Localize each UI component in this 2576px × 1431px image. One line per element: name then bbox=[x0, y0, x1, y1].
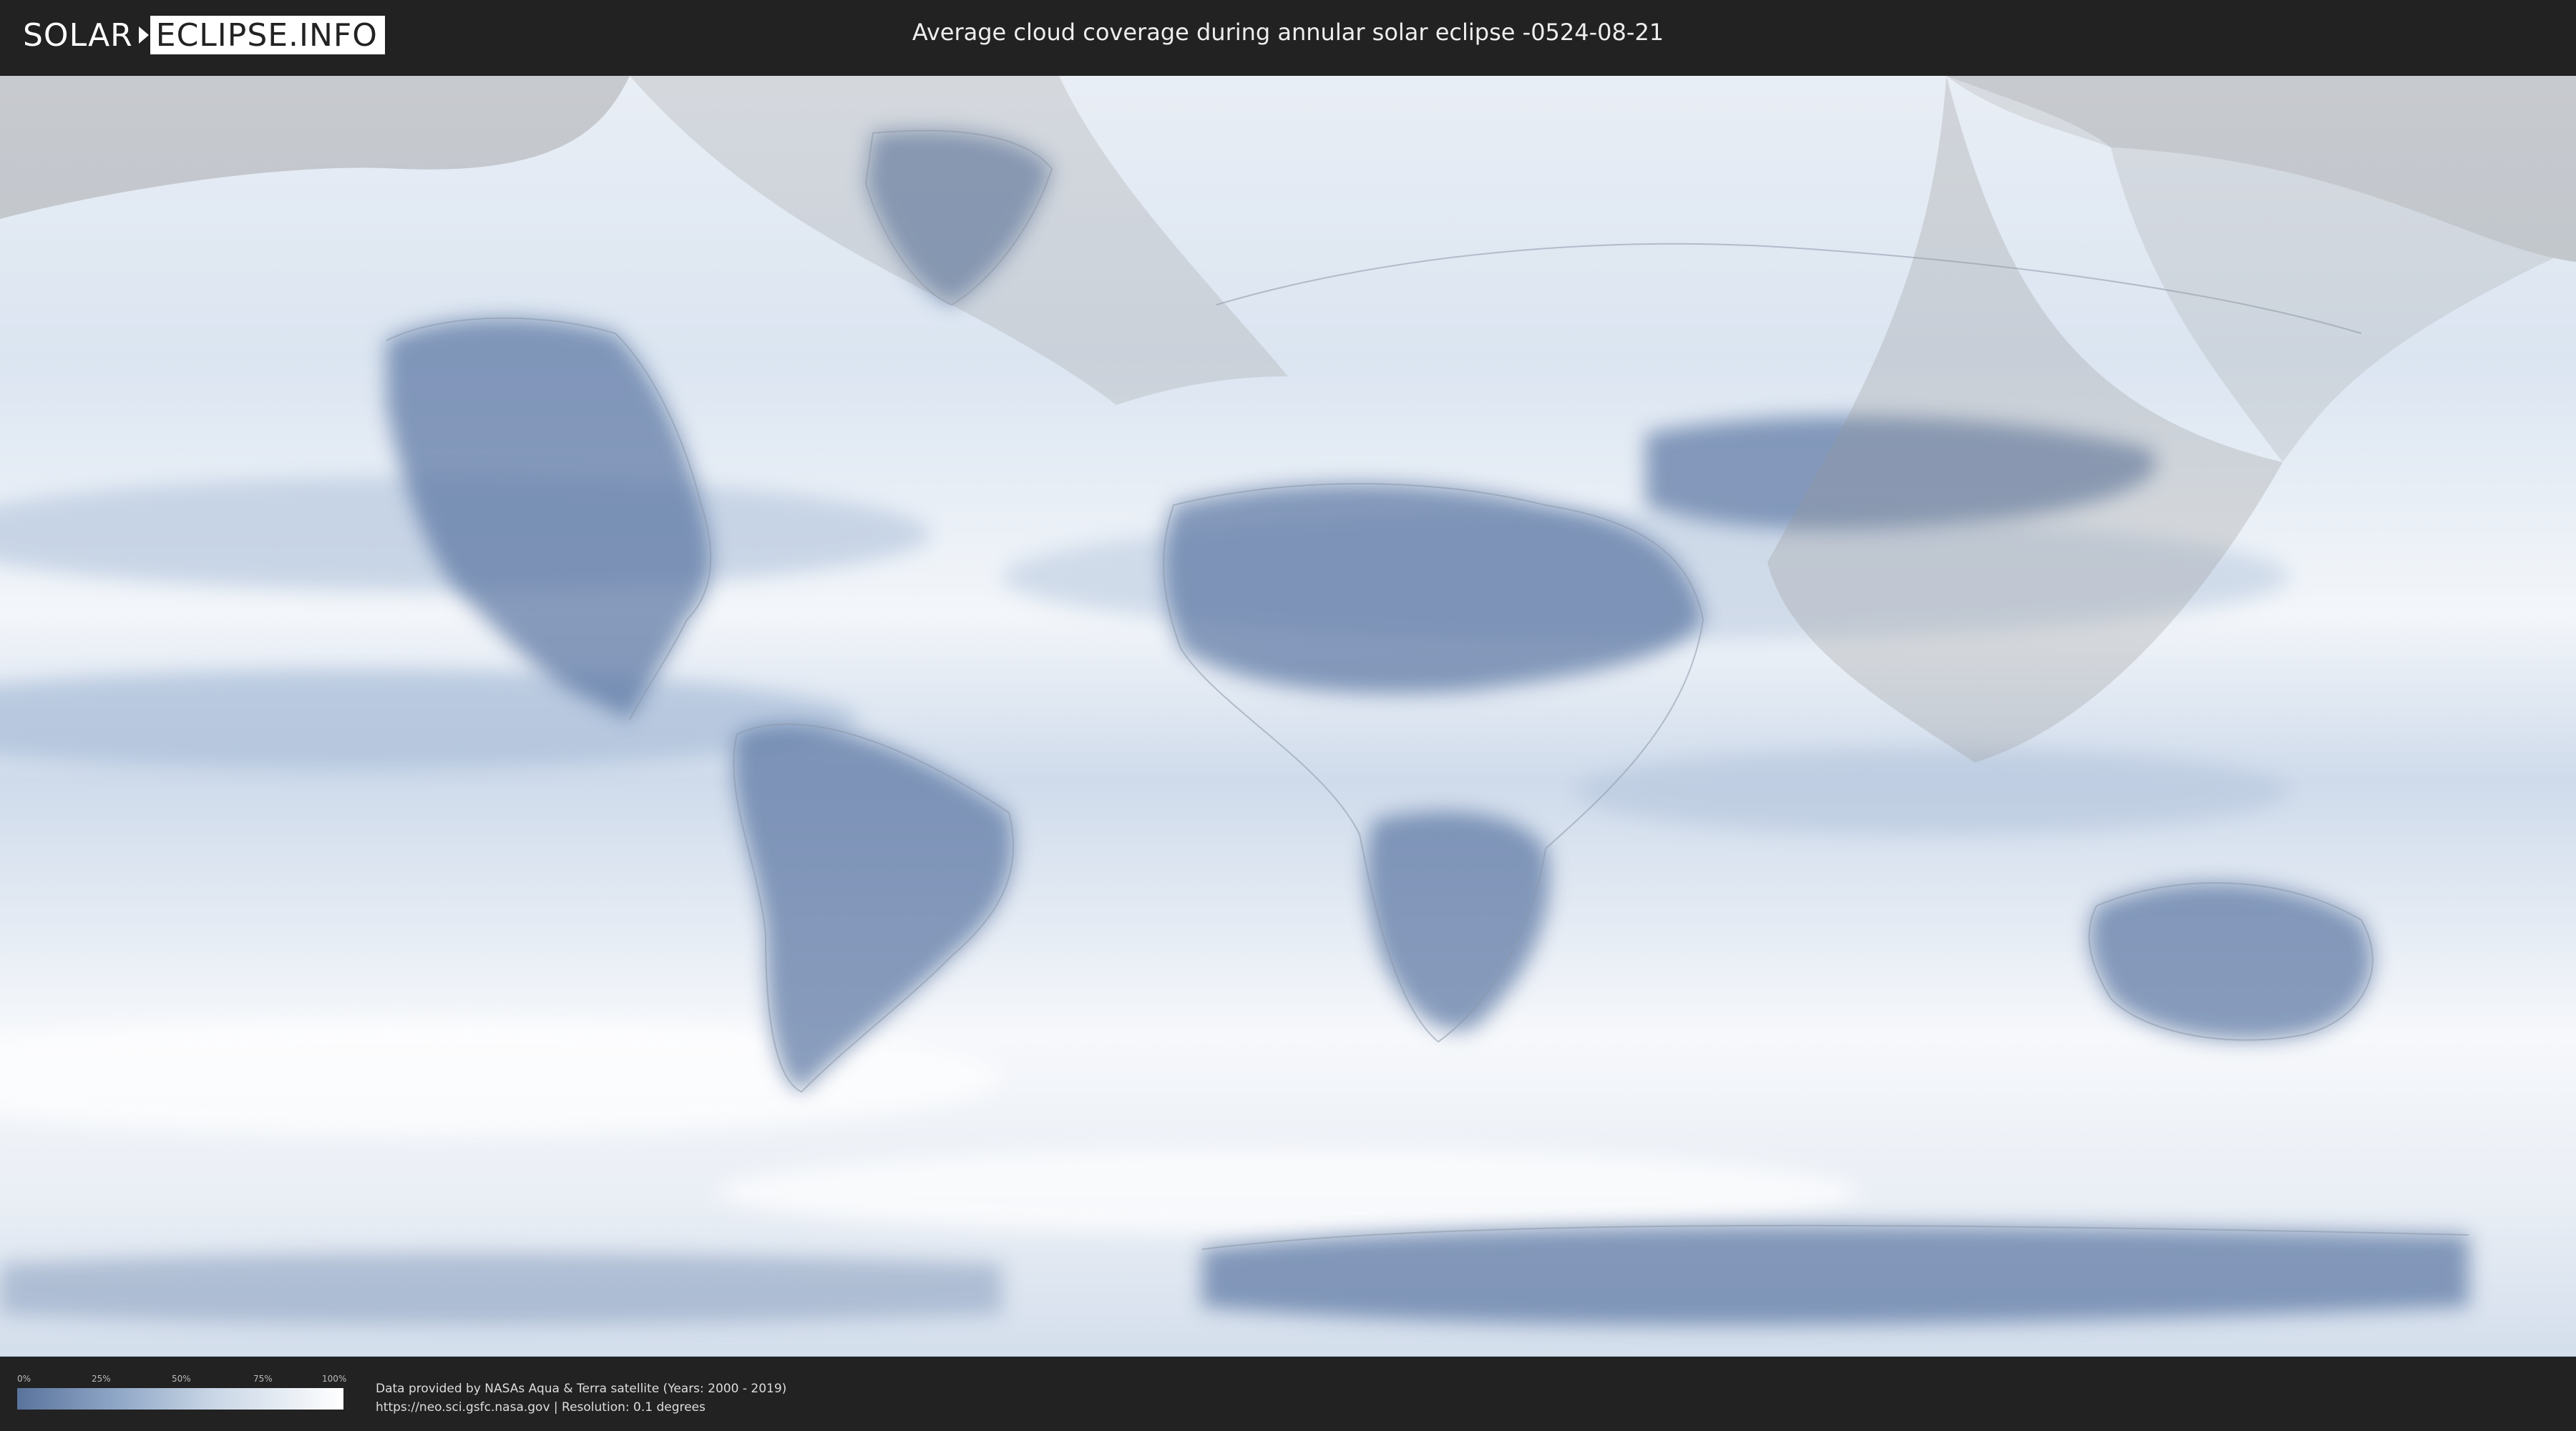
world-map-svg bbox=[0, 76, 2576, 1357]
legend-tick-75: 75% bbox=[253, 1374, 273, 1384]
legend-color-bar bbox=[17, 1388, 343, 1410]
footer-bar: 0% 25% 50% 75% 100% Data provided by NAS… bbox=[0, 1359, 2576, 1431]
cloud-coverage-legend: 0% 25% 50% 75% 100% bbox=[17, 1374, 347, 1410]
legend-tick-0: 0% bbox=[17, 1374, 31, 1384]
cloud-coverage-map bbox=[0, 76, 2576, 1357]
credit-line-source: Data provided by NASAs Aqua & Terra sate… bbox=[376, 1382, 787, 1396]
header-bar: SOLAR ECLIPSE.INFO Average cloud coverag… bbox=[0, 0, 2576, 72]
data-credit: Data provided by NASAs Aqua & Terra sate… bbox=[376, 1379, 786, 1417]
credit-line-url[interactable]: https://neo.sci.gsfc.nasa.gov | Resoluti… bbox=[376, 1398, 786, 1417]
legend-tick-100: 100% bbox=[322, 1374, 347, 1384]
legend-tick-25: 25% bbox=[92, 1374, 111, 1384]
legend-tick-50: 50% bbox=[172, 1374, 191, 1384]
legend-tick-labels: 0% 25% 50% 75% 100% bbox=[17, 1374, 347, 1388]
page-title: Average cloud coverage during annular so… bbox=[912, 19, 1664, 46]
